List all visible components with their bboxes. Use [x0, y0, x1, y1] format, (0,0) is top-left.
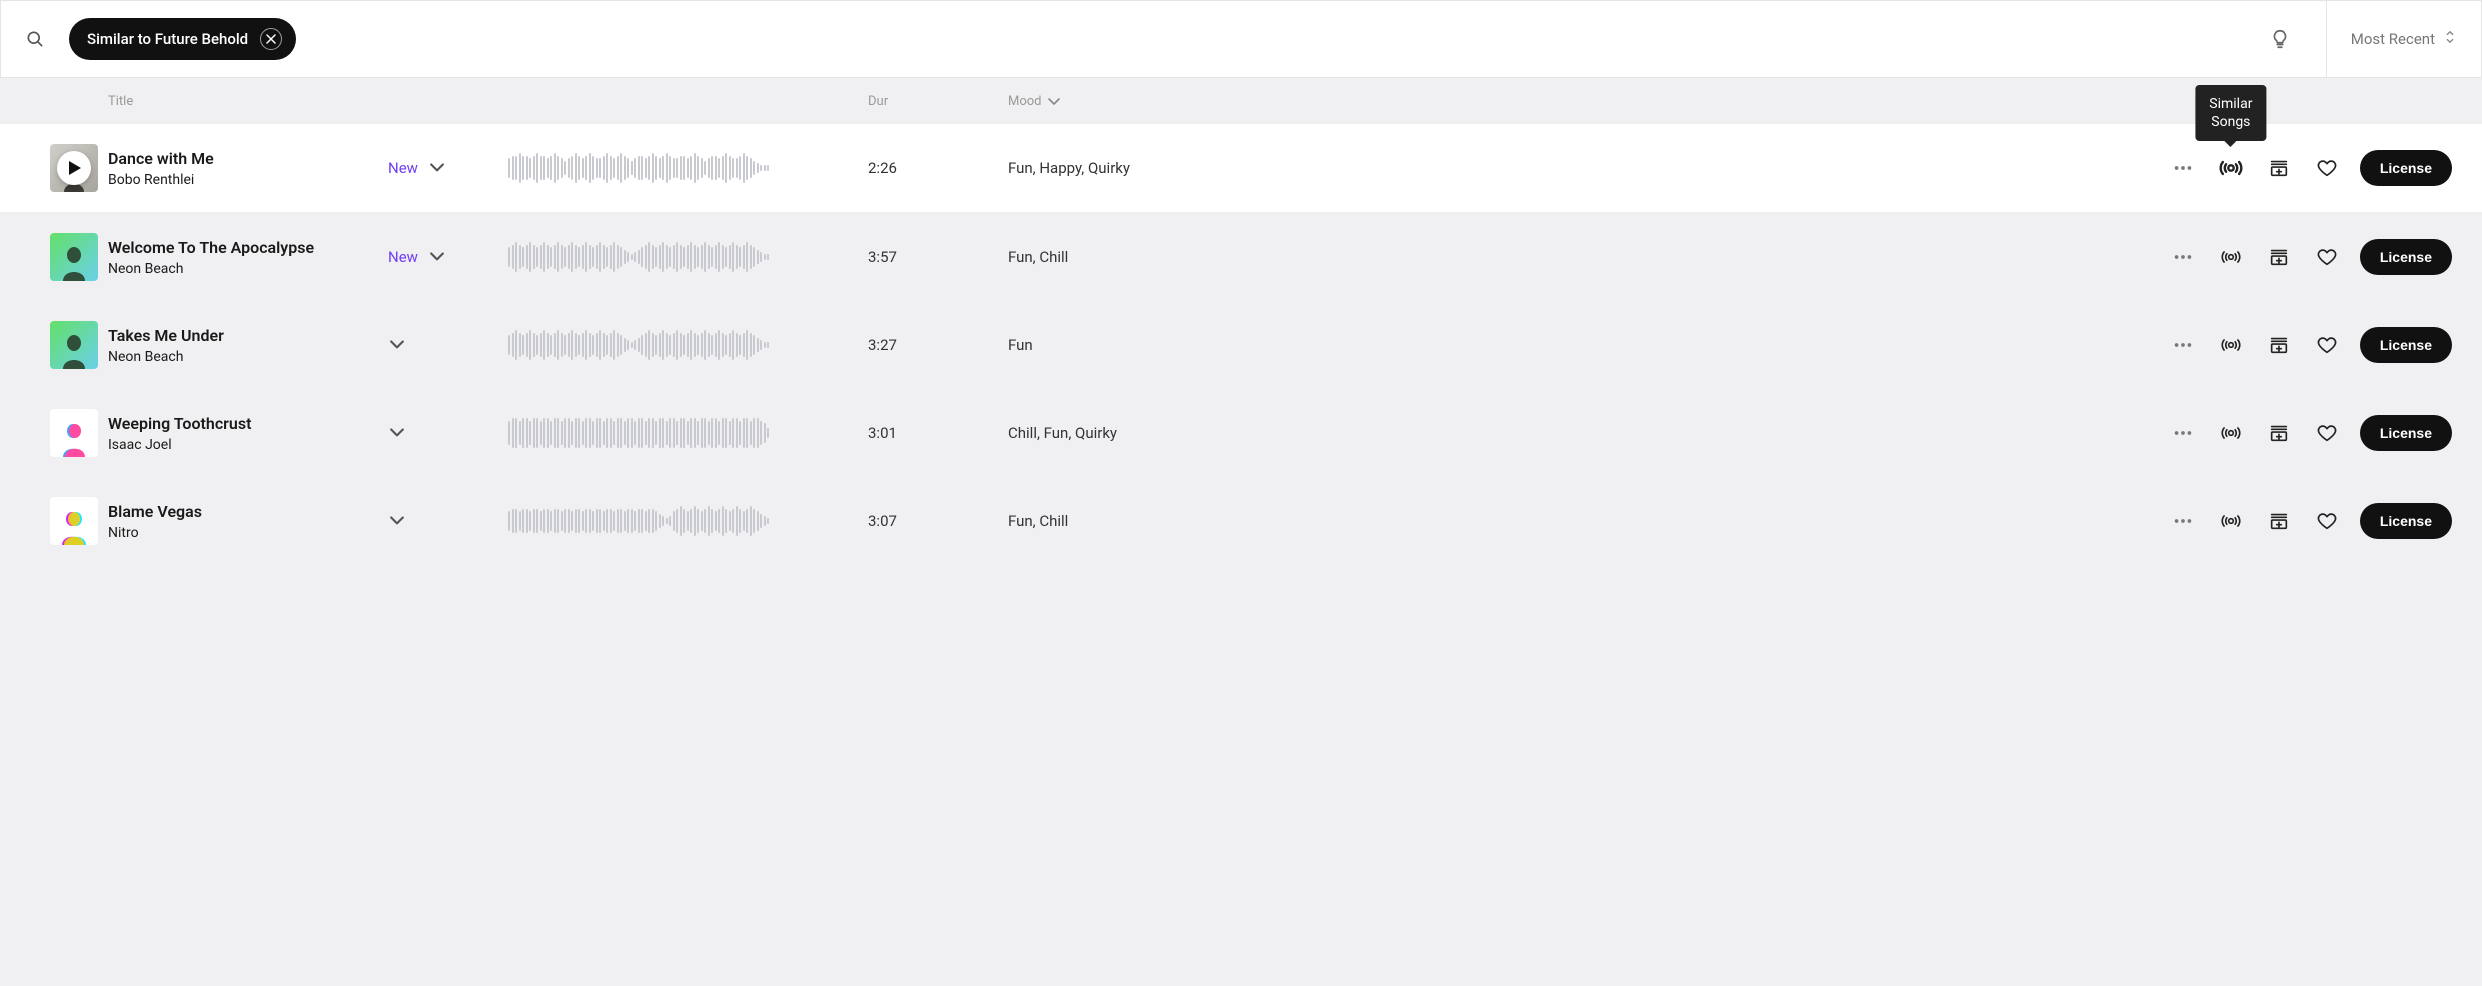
add-to-playlist-icon[interactable]	[2264, 242, 2294, 272]
track-row: Welcome To The Apocalypse Neon Beach New…	[0, 213, 2482, 301]
expand-toggle[interactable]	[428, 248, 446, 266]
add-to-playlist-icon[interactable]	[2264, 418, 2294, 448]
more-icon[interactable]	[2168, 506, 2198, 536]
license-button[interactable]: License	[2360, 150, 2452, 186]
chevron-down-icon	[1048, 98, 1060, 106]
track-title-cell: Takes Me Under Neon Beach	[108, 326, 388, 365]
filter-chip-remove[interactable]	[260, 28, 282, 50]
divider	[2326, 1, 2327, 77]
license-button[interactable]: License	[2360, 415, 2452, 451]
waveform[interactable]	[508, 505, 798, 537]
track-moods: Chill, Fun, Quirky	[1008, 424, 1308, 442]
waveform[interactable]	[508, 152, 798, 184]
waveform[interactable]	[508, 241, 798, 273]
expand-toggle[interactable]	[388, 424, 406, 442]
track-thumbnail[interactable]	[38, 491, 110, 551]
track-duration: 3:07	[868, 512, 1008, 530]
similar-songs-icon[interactable]	[2216, 242, 2246, 272]
more-icon[interactable]	[2168, 418, 2198, 448]
favorite-icon[interactable]	[2312, 242, 2342, 272]
more-icon[interactable]	[2168, 330, 2198, 360]
sort-label: Most Recent	[2351, 30, 2435, 48]
track-thumbnail[interactable]	[38, 403, 110, 463]
track-row: Weeping Toothcrust Isaac Joel 3:01 Chill…	[0, 389, 2482, 477]
more-icon[interactable]	[2168, 153, 2198, 183]
new-badge: New	[388, 159, 418, 177]
waveform[interactable]	[508, 417, 798, 449]
track-artist-link[interactable]: Bobo Renthlei	[108, 172, 388, 188]
track-duration: 3:01	[868, 424, 1008, 442]
favorite-icon[interactable]	[2312, 506, 2342, 536]
add-to-playlist-icon[interactable]	[2264, 330, 2294, 360]
track-actions: SimilarSongs License	[1308, 150, 2452, 186]
col-mood-label: Mood	[1008, 94, 1042, 109]
similar-songs-icon[interactable]	[2216, 418, 2246, 448]
track-title-cell: Dance with Me Bobo Renthlei	[108, 149, 388, 188]
track-artist-link[interactable]: Neon Beach	[108, 261, 388, 277]
col-title-header: Title	[108, 94, 388, 109]
track-title-cell: Welcome To The Apocalypse Neon Beach	[108, 238, 388, 277]
more-icon[interactable]	[2168, 242, 2198, 272]
track-list: Dance with Me Bobo Renthlei New 2:26 Fun…	[0, 123, 2482, 595]
track-title-link[interactable]: Dance with Me	[108, 149, 388, 168]
track-actions: License	[1308, 503, 2452, 539]
add-to-playlist-icon[interactable]	[2264, 506, 2294, 536]
track-row: Takes Me Under Neon Beach 3:27 Fun	[0, 301, 2482, 389]
col-dur-header: Dur	[868, 94, 1008, 109]
column-headers: Title Dur Mood	[0, 78, 2482, 123]
track-moods: Fun, Chill	[1008, 512, 1308, 530]
license-button[interactable]: License	[2360, 503, 2452, 539]
track-artist-link[interactable]: Neon Beach	[108, 349, 388, 365]
track-title-cell: Blame Vegas Nitro	[108, 502, 388, 541]
track-thumbnail[interactable]	[38, 227, 110, 287]
license-button[interactable]: License	[2360, 239, 2452, 275]
track-actions: License	[1308, 239, 2452, 275]
track-title-link[interactable]: Blame Vegas	[108, 502, 388, 521]
waveform[interactable]	[508, 329, 798, 361]
track-duration: 3:27	[868, 336, 1008, 354]
track-title-link[interactable]: Takes Me Under	[108, 326, 388, 345]
new-badge: New	[388, 248, 418, 266]
favorite-icon[interactable]	[2312, 330, 2342, 360]
track-title-link[interactable]: Weeping Toothcrust	[108, 414, 388, 433]
track-duration: 2:26	[868, 159, 1008, 177]
track-row: Blame Vegas Nitro 3:07 Fun, Chill	[0, 477, 2482, 565]
track-moods: Fun, Chill	[1008, 248, 1308, 266]
track-thumbnail[interactable]	[38, 315, 110, 375]
track-moods: Fun	[1008, 336, 1308, 354]
favorite-icon[interactable]	[2312, 153, 2342, 183]
filter-chip-label: Similar to Future Behold	[87, 30, 248, 48]
license-button[interactable]: License	[2360, 327, 2452, 363]
expand-toggle[interactable]	[388, 336, 406, 354]
track-thumbnail[interactable]	[38, 138, 110, 198]
favorite-icon[interactable]	[2312, 418, 2342, 448]
search-icon[interactable]	[23, 27, 47, 51]
idea-icon[interactable]	[2258, 17, 2302, 61]
tooltip-similar-songs: SimilarSongs	[2195, 85, 2266, 141]
sort-dropdown[interactable]: Most Recent	[2351, 30, 2459, 48]
track-duration: 3:57	[868, 248, 1008, 266]
track-title-cell: Weeping Toothcrust Isaac Joel	[108, 414, 388, 453]
track-actions: License	[1308, 415, 2452, 451]
similar-songs-icon[interactable]	[2216, 506, 2246, 536]
similar-songs-icon[interactable]: SimilarSongs	[2216, 153, 2246, 183]
top-bar: Similar to Future Behold Most Recent	[0, 0, 2482, 78]
col-mood-header[interactable]: Mood	[1008, 94, 1308, 109]
play-button[interactable]	[57, 151, 91, 185]
updown-icon	[2445, 30, 2455, 48]
filter-chip[interactable]: Similar to Future Behold	[69, 18, 296, 60]
track-artist-link[interactable]: Isaac Joel	[108, 437, 388, 453]
track-row: Dance with Me Bobo Renthlei New 2:26 Fun…	[0, 123, 2482, 213]
track-title-link[interactable]: Welcome To The Apocalypse	[108, 238, 388, 257]
expand-toggle[interactable]	[388, 512, 406, 530]
expand-toggle[interactable]	[428, 159, 446, 177]
track-moods: Fun, Happy, Quirky	[1008, 159, 1308, 177]
track-actions: License	[1308, 327, 2452, 363]
similar-songs-icon[interactable]	[2216, 330, 2246, 360]
add-to-playlist-icon[interactable]	[2264, 153, 2294, 183]
track-artist-link[interactable]: Nitro	[108, 525, 388, 541]
